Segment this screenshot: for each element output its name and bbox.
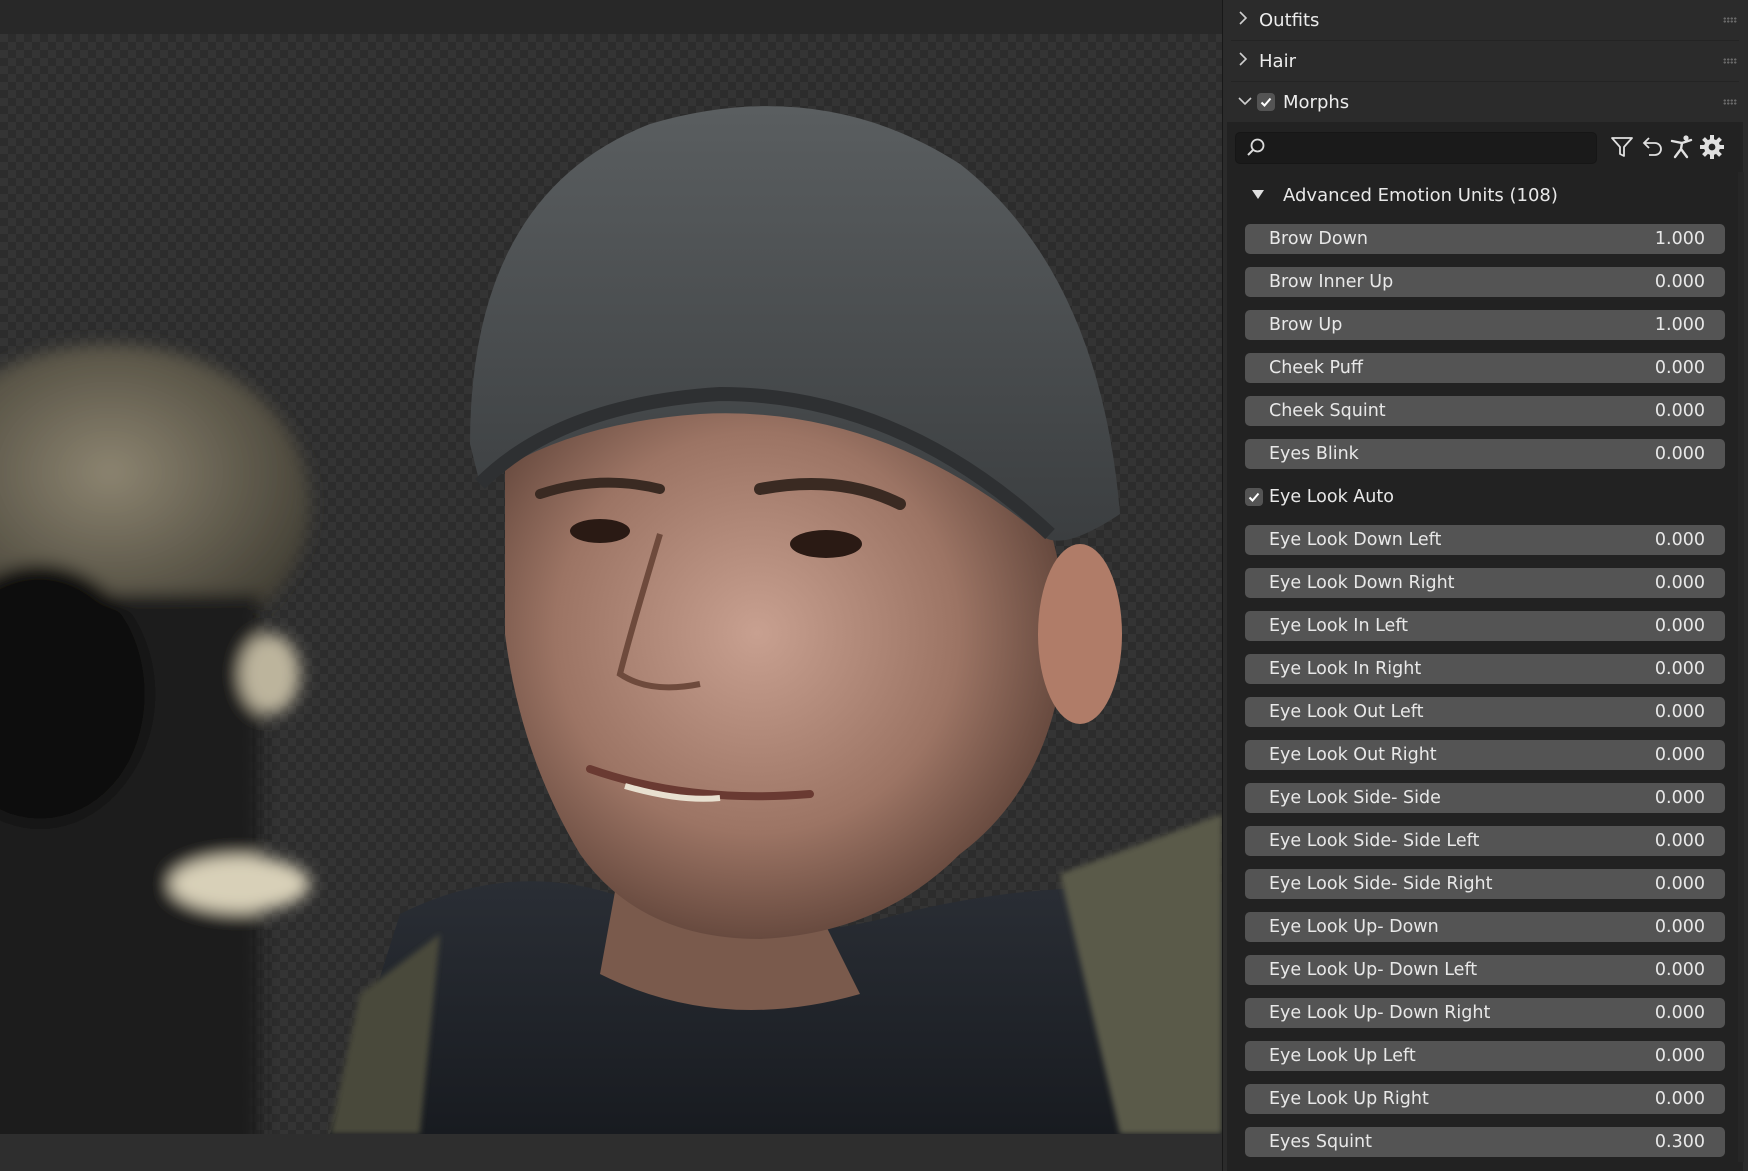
morph-slider[interactable]: Eye Look Up- Down 0.000: [1245, 912, 1725, 942]
morph-label: Eye Look Out Left: [1269, 702, 1424, 722]
divider: [1231, 40, 1739, 41]
morph-slider[interactable]: Eye Look Down Right 0.000: [1245, 568, 1725, 598]
morph-value: 0.000: [1654, 358, 1705, 378]
morph-label: Eye Look In Right: [1269, 659, 1422, 679]
checkbox-label: Eye Look Auto: [1269, 487, 1394, 507]
eye-look-auto-toggle[interactable]: Eye Look Auto: [1245, 482, 1725, 512]
morph-value: 0.300: [1654, 1132, 1705, 1152]
morph-label: Cheek Puff: [1269, 358, 1363, 378]
morph-label: Eye Look Side- Side Right: [1269, 874, 1493, 894]
morph-slider[interactable]: Eye Look Out Right 0.000: [1245, 740, 1725, 770]
morph-value: 0.000: [1654, 444, 1705, 464]
morph-value: 0.000: [1654, 659, 1705, 679]
outfits-section-title: Outfits: [1259, 9, 1320, 31]
morph-label: Eye Look In Left: [1269, 616, 1409, 636]
triangle-down-icon: [1251, 186, 1271, 204]
morph-value: 0.000: [1654, 1046, 1705, 1066]
morph-label: Cheek Squint: [1269, 401, 1386, 421]
morph-search-input[interactable]: [1235, 132, 1597, 164]
morph-slider[interactable]: Brow Down 1.000: [1245, 224, 1725, 254]
morph-label: Eye Look Down Right: [1269, 573, 1455, 593]
morph-value: 0.000: [1654, 702, 1705, 722]
morphs-enable-checkbox[interactable]: [1257, 93, 1275, 111]
advanced-emotion-units-group[interactable]: Advanced Emotion Units (108): [1235, 176, 1731, 214]
hair-section-title: Hair: [1259, 50, 1296, 72]
morph-value: 0.000: [1654, 788, 1705, 808]
search-icon: [1247, 138, 1265, 156]
morph-label: Eye Look Side- Side Left: [1269, 831, 1480, 851]
morph-value: 0.000: [1654, 401, 1705, 421]
settings-gear-icon[interactable]: [1699, 134, 1725, 160]
morph-value: 0.000: [1654, 573, 1705, 593]
morph-slider[interactable]: Eye Look Side- Side Left 0.000: [1245, 826, 1725, 856]
chevron-down-icon: [1237, 93, 1257, 111]
chevron-right-icon: [1237, 11, 1257, 29]
3d-viewport[interactable]: [0, 0, 1222, 1171]
morph-label: Eye Look Up- Down Left: [1269, 960, 1478, 980]
morph-label: Brow Inner Up: [1269, 272, 1394, 292]
morph-slider[interactable]: Eye Look Up- Down Right 0.000: [1245, 998, 1725, 1028]
morph-value: 0.000: [1654, 917, 1705, 937]
morph-value: 0.000: [1654, 272, 1705, 292]
morph-value: 1.000: [1654, 315, 1705, 335]
morph-slider[interactable]: Eyes Blink 0.000: [1245, 439, 1725, 469]
hair-section-header[interactable]: Hair: [1227, 42, 1743, 80]
morph-value: 0.000: [1654, 831, 1705, 851]
render-canvas[interactable]: [0, 34, 1222, 1134]
morph-label: Eye Look Up Right: [1269, 1089, 1429, 1109]
morph-label: Eye Look Up Left: [1269, 1046, 1416, 1066]
morph-slider[interactable]: Eye Look Out Left 0.000: [1245, 697, 1725, 727]
morph-slider[interactable]: Eye Look Side- Side Right 0.000: [1245, 869, 1725, 899]
outfits-section-header[interactable]: Outfits: [1227, 1, 1743, 39]
morph-slider[interactable]: Brow Inner Up 0.000: [1245, 267, 1725, 297]
properties-panel: Outfits Hair Morphs Advanced Emotion Uni…: [1222, 0, 1748, 1171]
divider: [1231, 81, 1739, 82]
morph-value: 0.000: [1654, 1089, 1705, 1109]
pose-figure-icon[interactable]: [1669, 134, 1695, 160]
morph-slider[interactable]: Eye Look Up Left 0.000: [1245, 1041, 1725, 1071]
morph-slider[interactable]: Eye Look In Right 0.000: [1245, 654, 1725, 684]
drag-handle-icon[interactable]: [1723, 99, 1737, 105]
drag-handle-icon[interactable]: [1723, 17, 1737, 23]
morph-label: Brow Down: [1269, 229, 1368, 249]
morph-value: 0.000: [1654, 874, 1705, 894]
morph-label: Eye Look Up- Down Right: [1269, 1003, 1491, 1023]
morph-slider[interactable]: Cheek Squint 0.000: [1245, 396, 1725, 426]
morph-slider[interactable]: Brow Up 1.000: [1245, 310, 1725, 340]
morph-label: Eye Look Out Right: [1269, 745, 1437, 765]
morph-slider[interactable]: Eye Look Up Right 0.000: [1245, 1084, 1725, 1114]
morph-label: Eye Look Up- Down: [1269, 917, 1439, 937]
character-render: [0, 106, 1222, 1134]
morphs-section-title: Morphs: [1283, 91, 1350, 113]
morph-slider[interactable]: Eye Look Down Left 0.000: [1245, 525, 1725, 555]
morph-label: Eye Look Down Left: [1269, 530, 1442, 550]
morph-slider[interactable]: Eye Look In Left 0.000: [1245, 611, 1725, 641]
morph-slider[interactable]: Cheek Puff 0.000: [1245, 353, 1725, 383]
group-title: Advanced Emotion Units (108): [1283, 184, 1558, 206]
drag-handle-icon[interactable]: [1723, 58, 1737, 64]
chevron-right-icon: [1237, 52, 1257, 70]
morphs-section-header[interactable]: Morphs: [1227, 83, 1743, 121]
morph-value: 0.000: [1654, 745, 1705, 765]
morph-slider[interactable]: Eye Look Up- Down Left 0.000: [1245, 955, 1725, 985]
morph-slider[interactable]: Eyes Squint 0.300: [1245, 1127, 1725, 1157]
viewport-header: [0, 0, 1222, 34]
morph-slider[interactable]: Eye Look Side- Side 0.000: [1245, 783, 1725, 813]
morph-label: Eyes Blink: [1269, 444, 1359, 464]
morph-value: 0.000: [1654, 616, 1705, 636]
panel-scrollbar[interactable]: [1738, 172, 1744, 1162]
filter-icon[interactable]: [1609, 134, 1635, 160]
morph-value: 1.000: [1654, 229, 1705, 249]
morph-label: Eye Look Side- Side: [1269, 788, 1441, 808]
morph-value: 0.000: [1654, 1003, 1705, 1023]
morph-value: 0.000: [1654, 530, 1705, 550]
reset-icon[interactable]: [1639, 134, 1665, 160]
morph-label: Eyes Squint: [1269, 1132, 1372, 1152]
background-soldier: [0, 344, 310, 1134]
eye-look-auto-checkbox[interactable]: [1245, 488, 1263, 506]
morph-value: 0.000: [1654, 960, 1705, 980]
viewport-footer: [0, 1134, 1222, 1171]
morph-label: Brow Up: [1269, 315, 1343, 335]
